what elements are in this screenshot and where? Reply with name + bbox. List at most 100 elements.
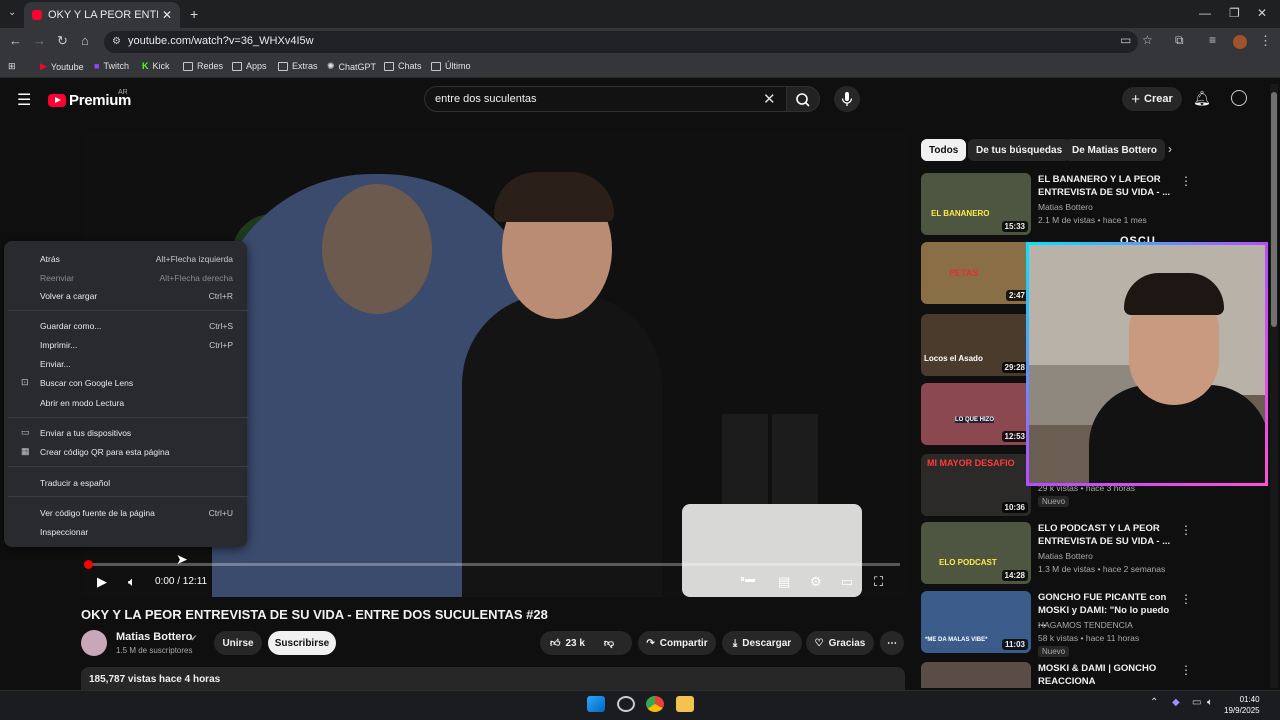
scrubber-handle[interactable] bbox=[84, 560, 93, 569]
chip-from-searches[interactable]: De tus búsquedas bbox=[968, 139, 1071, 161]
network-icon[interactable]: ▭ bbox=[1192, 697, 1201, 708]
like-icon[interactable]: 👍︎ bbox=[550, 637, 560, 649]
back-icon[interactable]: ← bbox=[9, 33, 22, 48]
join-button[interactable]: Unirse bbox=[214, 631, 262, 655]
system-clock[interactable]: 01:40 19/9/2025 bbox=[1224, 694, 1260, 716]
bookmark-twitch[interactable]: ■ Twitch bbox=[94, 61, 129, 71]
clear-search-icon[interactable]: ✕ bbox=[763, 90, 776, 108]
share-button[interactable]: ↷ Compartir bbox=[638, 631, 716, 655]
chip-all[interactable]: Todos bbox=[921, 139, 967, 161]
related-more-icon[interactable]: ⋮ bbox=[1180, 592, 1192, 606]
volume-icon[interactable]: 🔈︎ bbox=[128, 574, 136, 590]
bookmark-folder-chats[interactable]: Chats bbox=[384, 61, 422, 71]
account-avatar[interactable] bbox=[1231, 90, 1247, 106]
related-title[interactable]: EL BANANERO Y LA PEOR ENTREVISTA DE SU V… bbox=[1038, 173, 1173, 199]
related-title[interactable]: MOSKI & DAMI | GONCHO REACCIONA bbox=[1038, 662, 1173, 688]
related-more-icon[interactable]: ⋮ bbox=[1180, 174, 1192, 188]
menu-item-qr-code[interactable]: ▦ Crear código QR para esta página bbox=[8, 443, 243, 461]
chrome-taskbar-icon[interactable] bbox=[646, 696, 664, 712]
related-thumbnail[interactable]: ELO PODCAST 14:28 bbox=[921, 522, 1031, 584]
profile-avatar[interactable] bbox=[1233, 35, 1247, 49]
channel-avatar[interactable] bbox=[81, 630, 107, 656]
tab-search-icon[interactable]: ⌄ bbox=[8, 7, 16, 18]
menu-item-google-lens[interactable]: ⊡ Buscar con Google Lens bbox=[8, 374, 243, 392]
related-thumbnail[interactable]: *ME DA MALAS VIBE* 11:03 bbox=[921, 591, 1031, 653]
menu-item-forward[interactable]: Reenviar Alt+Flecha derecha bbox=[8, 269, 243, 287]
hamburger-menu-icon[interactable]: ☰ bbox=[17, 90, 31, 110]
menu-item-send-devices[interactable]: ▭ Enviar a tus dispositivos bbox=[8, 424, 243, 442]
like-count[interactable]: 23 k bbox=[565, 638, 584, 649]
autoplay-toggle-icon[interactable]: ⏸▬ bbox=[740, 574, 755, 585]
cast-icon[interactable]: ▭ bbox=[1120, 33, 1131, 47]
chrome-menu-icon[interactable]: ⋮ bbox=[1259, 33, 1272, 49]
related-thumbnail[interactable]: LO QUE HIZO 12:53 bbox=[921, 383, 1031, 445]
extensions-icon[interactable]: ⧉ bbox=[1175, 33, 1184, 48]
more-actions-icon[interactable]: ⋯ bbox=[880, 631, 904, 655]
notifications-bell-icon[interactable]: 🔔︎ bbox=[1193, 90, 1211, 107]
create-button[interactable]: + Crear bbox=[1122, 87, 1182, 111]
reload-icon[interactable]: ↻ bbox=[57, 33, 68, 49]
tray-app-icon[interactable]: ◆ bbox=[1172, 697, 1180, 708]
close-tab-icon[interactable]: ✕ bbox=[162, 8, 172, 22]
chips-next-icon[interactable]: › bbox=[1168, 142, 1172, 156]
voice-search-button[interactable] bbox=[834, 86, 860, 112]
new-tab-icon[interactable]: + bbox=[190, 6, 198, 22]
search-button[interactable] bbox=[786, 86, 820, 112]
menu-item-reading-mode[interactable]: Abrir en modo Lectura bbox=[8, 394, 243, 412]
bookmark-chatgpt[interactable]: ✺ ChatGPT bbox=[327, 61, 376, 72]
related-thumbnail[interactable]: Locos el Asado 29:28 bbox=[921, 314, 1031, 376]
restore-icon[interactable]: ❐ bbox=[1229, 6, 1240, 20]
chip-from-channel[interactable]: De Matias Bottero bbox=[1064, 139, 1166, 161]
close-window-icon[interactable]: ✕ bbox=[1257, 6, 1267, 20]
related-more-icon[interactable]: ⋮ bbox=[1180, 523, 1192, 537]
bookmark-youtube[interactable]: ▶ Youtube bbox=[40, 61, 84, 72]
page-scrollbar[interactable] bbox=[1270, 84, 1278, 688]
menu-item-print[interactable]: Imprimir... Ctrl+P bbox=[8, 336, 243, 354]
browser-tab[interactable]: OKY Y LA PEOR ENTREVISTA DE... ✕ bbox=[24, 2, 180, 28]
site-info-icon[interactable]: ⚙ bbox=[112, 36, 121, 47]
related-more-icon[interactable]: ⋮ bbox=[1180, 663, 1192, 677]
scrollbar-thumb[interactable] bbox=[1271, 92, 1277, 327]
menu-item-reload[interactable]: Volver a cargar Ctrl+R bbox=[8, 287, 243, 305]
menu-item-view-source[interactable]: Ver código fuente de la página Ctrl+U bbox=[8, 504, 243, 522]
related-thumbnail[interactable]: PETAS 2:47 bbox=[921, 242, 1031, 304]
menu-item-save-as[interactable]: Guardar como... Ctrl+S bbox=[8, 317, 243, 335]
thanks-button[interactable]: ♡ Gracias bbox=[806, 631, 874, 655]
bookmark-star-icon[interactable]: ☆ bbox=[1142, 33, 1153, 47]
bookmark-folder-ultimo[interactable]: Último bbox=[431, 61, 471, 71]
home-icon[interactable]: ⌂ bbox=[81, 33, 89, 48]
minimize-icon[interactable]: — bbox=[1199, 6, 1211, 20]
menu-item-back[interactable]: Atrás Alt+Flecha izquierda bbox=[8, 250, 243, 268]
bookmark-folder-redes[interactable]: Redes bbox=[183, 61, 223, 71]
youtube-premium-logo[interactable]: Premium AR bbox=[48, 89, 131, 109]
related-thumbnail[interactable] bbox=[921, 662, 1031, 688]
download-button[interactable]: ⤓ Descargar bbox=[722, 631, 802, 655]
tray-chevron-icon[interactable]: ⌃ bbox=[1150, 697, 1158, 708]
settings-gear-icon[interactable]: ⚙ bbox=[810, 574, 822, 590]
related-thumbnail[interactable]: EL BANANERO 15:33 bbox=[921, 173, 1031, 235]
fullscreen-icon[interactable]: ⛶ bbox=[874, 574, 883, 590]
bookmark-folder-extras[interactable]: Extras bbox=[278, 61, 318, 71]
related-thumbnail[interactable]: MI MAYOR DESAFIO 10:36 bbox=[921, 454, 1031, 516]
related-channel[interactable]: Matias Bottero bbox=[1038, 551, 1093, 561]
obs-icon[interactable] bbox=[617, 696, 635, 712]
bookmark-kick[interactable]: K Kick bbox=[142, 61, 170, 71]
apps-grid-icon[interactable]: ⊞ bbox=[8, 61, 16, 72]
menu-item-translate[interactable]: Traducir a español bbox=[8, 474, 243, 492]
dislike-icon[interactable]: 👎︎ bbox=[604, 637, 614, 649]
subtitles-icon[interactable]: ▤ bbox=[778, 574, 790, 590]
related-title[interactable]: ELO PODCAST Y LA PEOR ENTREVISTA DE SU V… bbox=[1038, 522, 1173, 548]
speaker-icon[interactable]: 🔈︎ bbox=[1207, 697, 1213, 708]
related-channel[interactable]: Matias Bottero bbox=[1038, 202, 1093, 212]
file-explorer-icon[interactable] bbox=[676, 696, 694, 712]
video-progress-bar[interactable] bbox=[84, 560, 900, 569]
channel-name[interactable]: Matias Bottero bbox=[116, 631, 192, 643]
address-bar[interactable]: ⚙ youtube.com/watch?v=36_WHXv4I5w bbox=[104, 31, 1138, 53]
related-channel[interactable]: HAGAMOS TENDENCIA bbox=[1038, 620, 1133, 630]
forward-icon[interactable]: → bbox=[33, 33, 46, 48]
menu-item-inspect[interactable]: Inspeccionar bbox=[8, 523, 243, 541]
bookmark-folder-apps[interactable]: Apps bbox=[232, 61, 267, 71]
menu-item-send[interactable]: Enviar... bbox=[8, 355, 243, 373]
reading-list-icon[interactable]: ≡ bbox=[1209, 33, 1216, 47]
search-input[interactable]: entre dos suculentas ✕ bbox=[424, 86, 788, 112]
